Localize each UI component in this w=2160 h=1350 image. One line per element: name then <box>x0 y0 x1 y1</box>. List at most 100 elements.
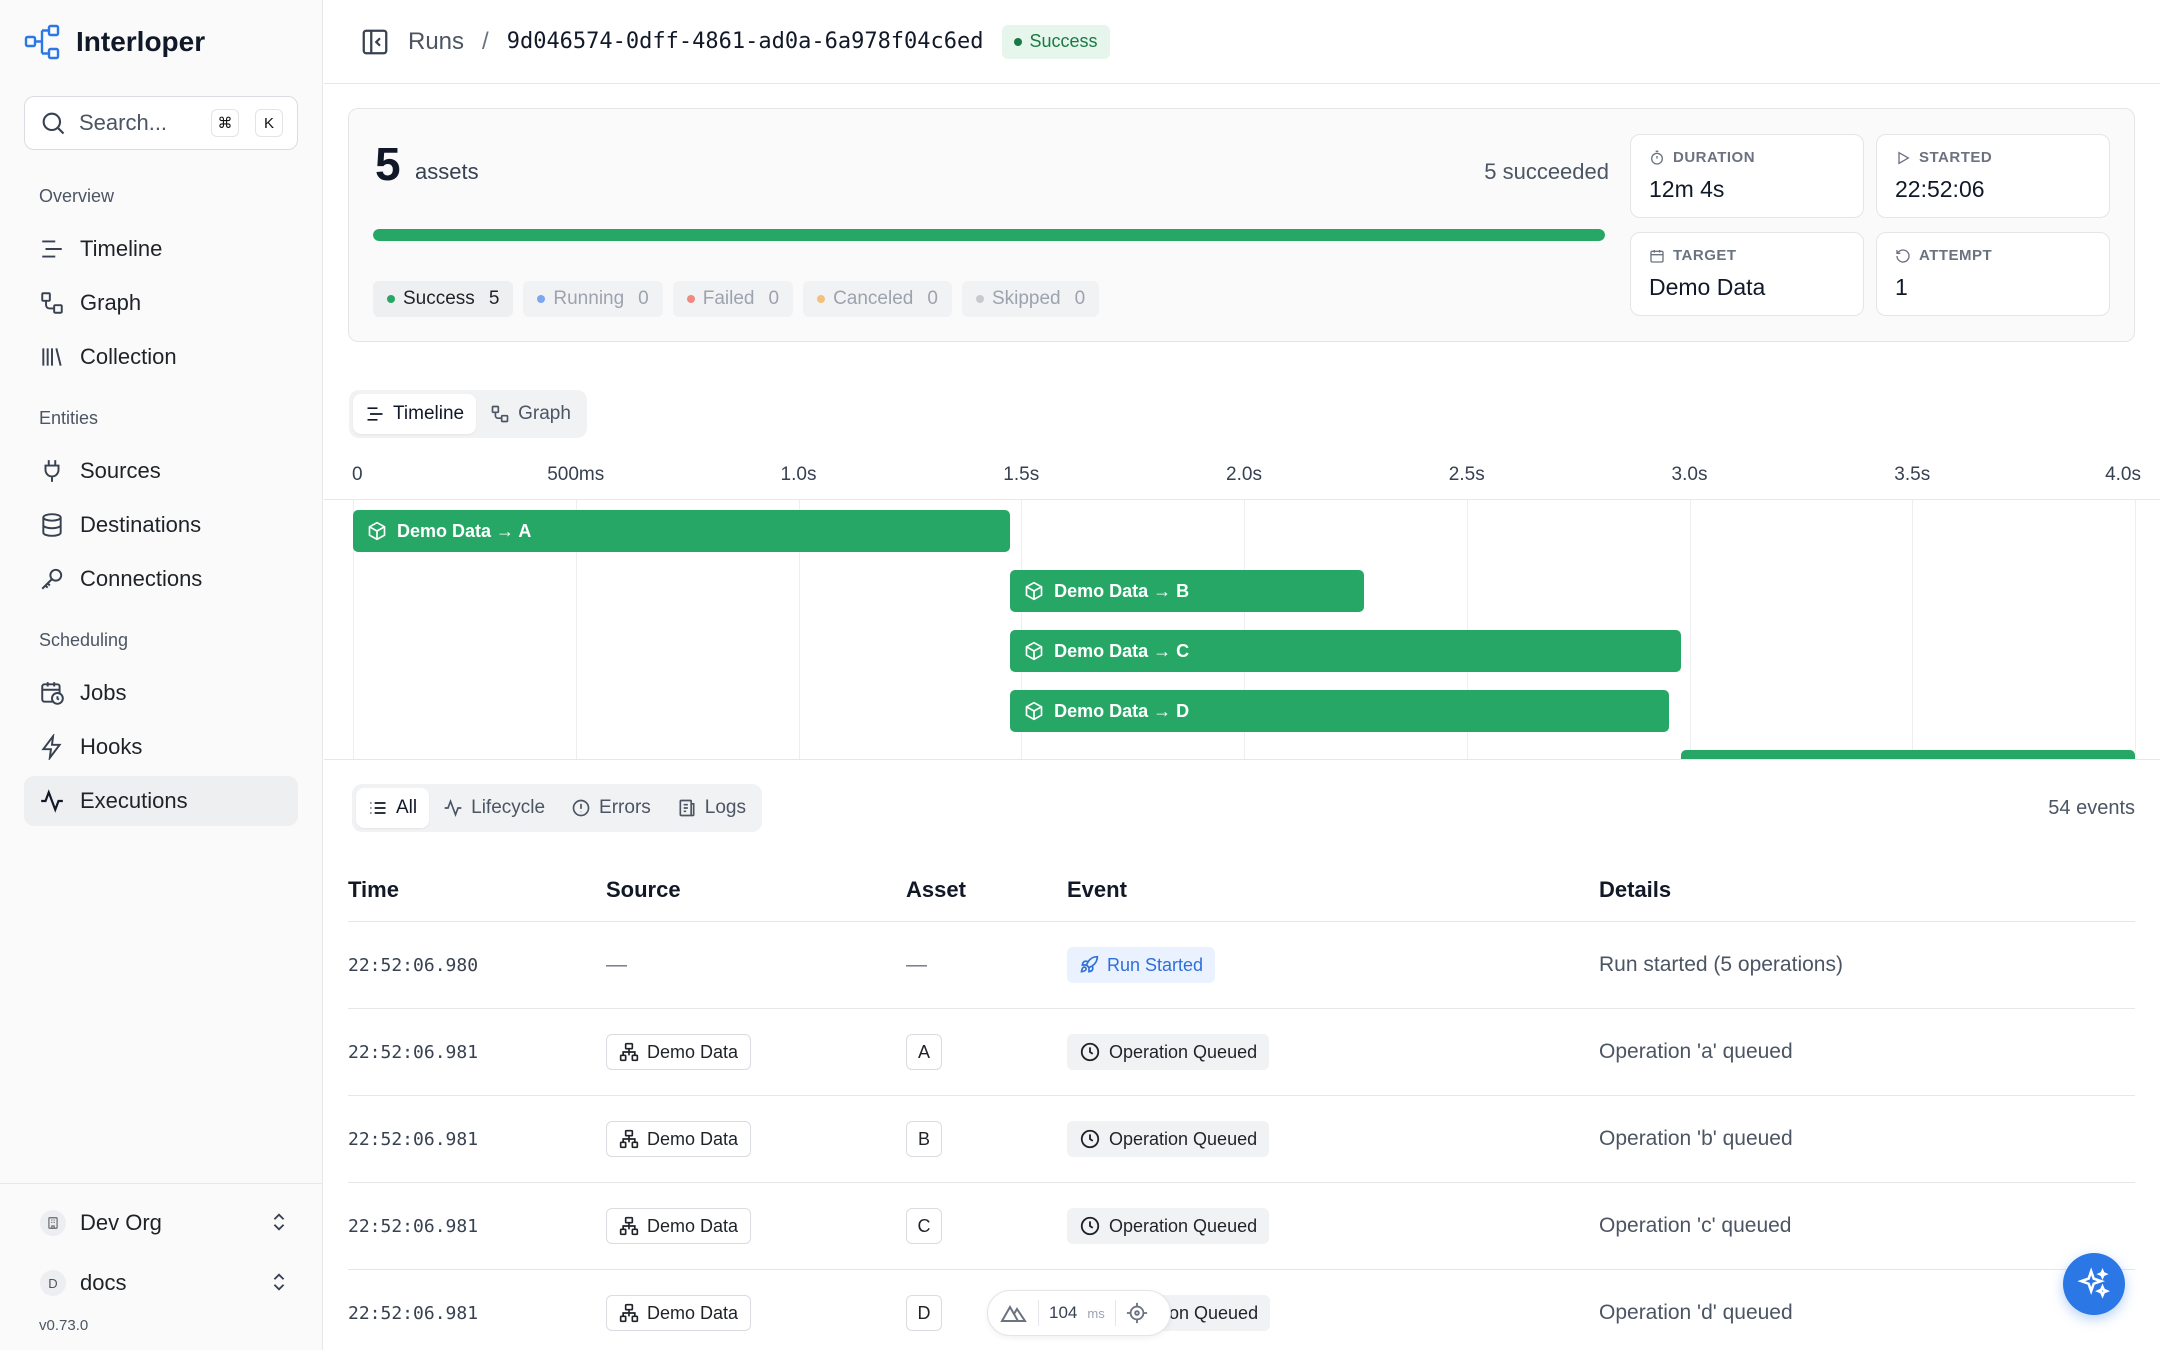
tab-label: Logs <box>704 797 746 818</box>
chip-skipped[interactable]: Skipped 0 <box>961 281 1100 317</box>
ai-assistant-button[interactable] <box>2063 1253 2125 1315</box>
stat-label: DURATION <box>1673 149 1756 166</box>
breadcrumb-runs[interactable]: Runs <box>408 28 464 56</box>
column-header-source[interactable]: Source <box>606 877 906 903</box>
chip-failed[interactable]: Failed 0 <box>672 281 794 317</box>
box-icon <box>1024 701 1044 721</box>
table-row[interactable]: 22:52:06.981 Demo Data D on Queued Opera… <box>348 1270 2135 1350</box>
timeline-axis: 0 500ms 1.0s 1.5s 2.0s 2.5s 3.0s 3.5s 4.0s <box>324 452 2160 500</box>
source-badge[interactable]: Demo Data <box>606 1034 752 1070</box>
section-entities: Entities <box>39 408 99 428</box>
tab-errors[interactable]: Errors <box>559 788 663 828</box>
devtools-widget[interactable]: 104 ms <box>987 1290 1171 1336</box>
column-header-asset[interactable]: Asset <box>906 877 1067 903</box>
sparkles-icon <box>2077 1267 2111 1301</box>
sidebar-item-label: Hooks <box>80 734 143 759</box>
timeline-tick-label: 1.0s <box>780 464 817 485</box>
sidebar-item-label: Timeline <box>80 236 163 261</box>
event-badge: Operation Queued <box>1067 1208 1270 1244</box>
sitemap-icon <box>619 1129 639 1149</box>
timeline-tick-label: 3.5s <box>1894 464 1931 485</box>
status-label: Success <box>1029 31 1098 51</box>
table-row[interactable]: 22:52:06.981 Demo Data C Operation Queue… <box>348 1183 2135 1270</box>
sidebar-item-label: Graph <box>80 290 142 315</box>
asset-count-label: assets <box>415 159 479 184</box>
tab-graph[interactable]: Graph <box>478 394 583 434</box>
sidebar: Interloper Search... ⌘ K Overview Timeli… <box>0 0 323 1350</box>
tab-label: Lifecycle <box>471 797 546 818</box>
sidebar-item-jobs[interactable]: Jobs <box>24 668 298 718</box>
brand[interactable]: Interloper <box>24 22 205 62</box>
status-dot <box>975 295 984 303</box>
source-label: Demo Data <box>647 1128 739 1149</box>
column-header-event[interactable]: Event <box>1067 877 1599 903</box>
event-asset-cell: A <box>906 1034 1067 1070</box>
event-source-cell: Demo Data <box>606 1295 906 1331</box>
timeline-bar[interactable]: Demo Data → A <box>353 510 1011 552</box>
crosshair-icon[interactable] <box>1126 1302 1148 1324</box>
sidebar-item-timeline[interactable]: Timeline <box>24 224 298 274</box>
asset-badge[interactable]: B <box>906 1121 942 1157</box>
progress-bar <box>373 229 1605 241</box>
asset-badge[interactable]: A <box>906 1034 942 1070</box>
source-badge[interactable]: Demo Data <box>606 1121 752 1157</box>
column-header-details[interactable]: Details <box>1599 877 2135 903</box>
list-icon <box>368 798 388 818</box>
timeline-gridline <box>1689 500 1691 759</box>
event-filter-tabs: All Lifecycle Errors Logs <box>352 784 762 832</box>
nuxt-icon <box>1000 1303 1028 1323</box>
asset-badge[interactable]: D <box>906 1295 942 1331</box>
timeline-bar[interactable] <box>1680 750 2135 759</box>
sidebar-item-executions[interactable]: Executions <box>24 776 298 826</box>
source-badge[interactable]: Demo Data <box>606 1208 752 1244</box>
tab-lifecycle[interactable]: Lifecycle <box>431 788 557 828</box>
sidebar-item-destinations[interactable]: Destinations <box>24 500 298 550</box>
table-row[interactable]: 22:52:06.981 Demo Data A Operation Queue… <box>348 1009 2135 1096</box>
tab-label: Timeline <box>393 403 465 424</box>
sidebar-item-sources[interactable]: Sources <box>24 446 298 496</box>
status-dot <box>1013 37 1022 46</box>
org-switcher[interactable]: Dev Org <box>40 1203 290 1243</box>
chip-success[interactable]: Success 5 <box>373 281 514 317</box>
alert-circle-icon <box>571 798 591 818</box>
chevrons-up-down-icon <box>268 1211 290 1233</box>
timeline-bar[interactable]: Demo Data → C <box>1010 630 1681 672</box>
chip-count: 0 <box>768 288 780 309</box>
table-row[interactable]: 22:52:06.980 — — Run Started Run started… <box>348 922 2135 1009</box>
sidebar-item-connections[interactable]: Connections <box>24 554 298 604</box>
tab-timeline[interactable]: Timeline <box>353 394 477 434</box>
event-type-cell: Operation Queued <box>1067 1208 1599 1244</box>
chip-running[interactable]: Running 0 <box>523 281 663 317</box>
status-dot <box>686 295 695 303</box>
timeline-bar-label: Demo Data → A <box>397 520 532 541</box>
chip-label: Running <box>553 288 625 309</box>
sitemap-icon <box>619 1303 639 1323</box>
sidebar-item-collection[interactable]: Collection <box>24 332 298 382</box>
asset-badge[interactable]: C <box>906 1208 942 1244</box>
sidebar-toggle-icon[interactable] <box>360 27 390 57</box>
timeline-bar[interactable]: Demo Data → B <box>1010 570 1365 612</box>
timeline-bar[interactable]: Demo Data → D <box>1010 690 1670 732</box>
sidebar-item-hooks[interactable]: Hooks <box>24 722 298 772</box>
tab-logs[interactable]: Logs <box>665 788 758 828</box>
sidebar-item-label: Jobs <box>80 680 127 705</box>
chip-canceled[interactable]: Canceled 0 <box>803 281 952 317</box>
event-label: Run Started <box>1107 954 1204 975</box>
source-badge[interactable]: Demo Data <box>606 1295 752 1331</box>
search-input[interactable]: Search... ⌘ K <box>24 96 298 150</box>
sidebar-item-graph[interactable]: Graph <box>24 278 298 328</box>
event-badge: Operation Queued <box>1067 1034 1270 1070</box>
timeline-gridline <box>1912 500 1914 759</box>
tab-all[interactable]: All <box>356 788 430 828</box>
table-row[interactable]: 22:52:06.981 Demo Data B Operation Queue… <box>348 1096 2135 1183</box>
tab-label: Errors <box>599 797 651 818</box>
project-switcher[interactable]: D docs <box>40 1263 290 1303</box>
column-header-time[interactable]: Time <box>348 877 606 903</box>
status-filters: Success 5 Running 0 Failed 0 Canceled 0 … <box>373 281 1100 317</box>
status-badge: Success <box>1001 24 1110 59</box>
table-header: Time Source Asset Event Details <box>348 858 2135 922</box>
timeline-icon <box>365 404 385 424</box>
project-initial: D <box>40 1270 66 1296</box>
source-label: Demo Data <box>647 1215 739 1236</box>
timeline-tick-label: 2.5s <box>1448 464 1485 485</box>
